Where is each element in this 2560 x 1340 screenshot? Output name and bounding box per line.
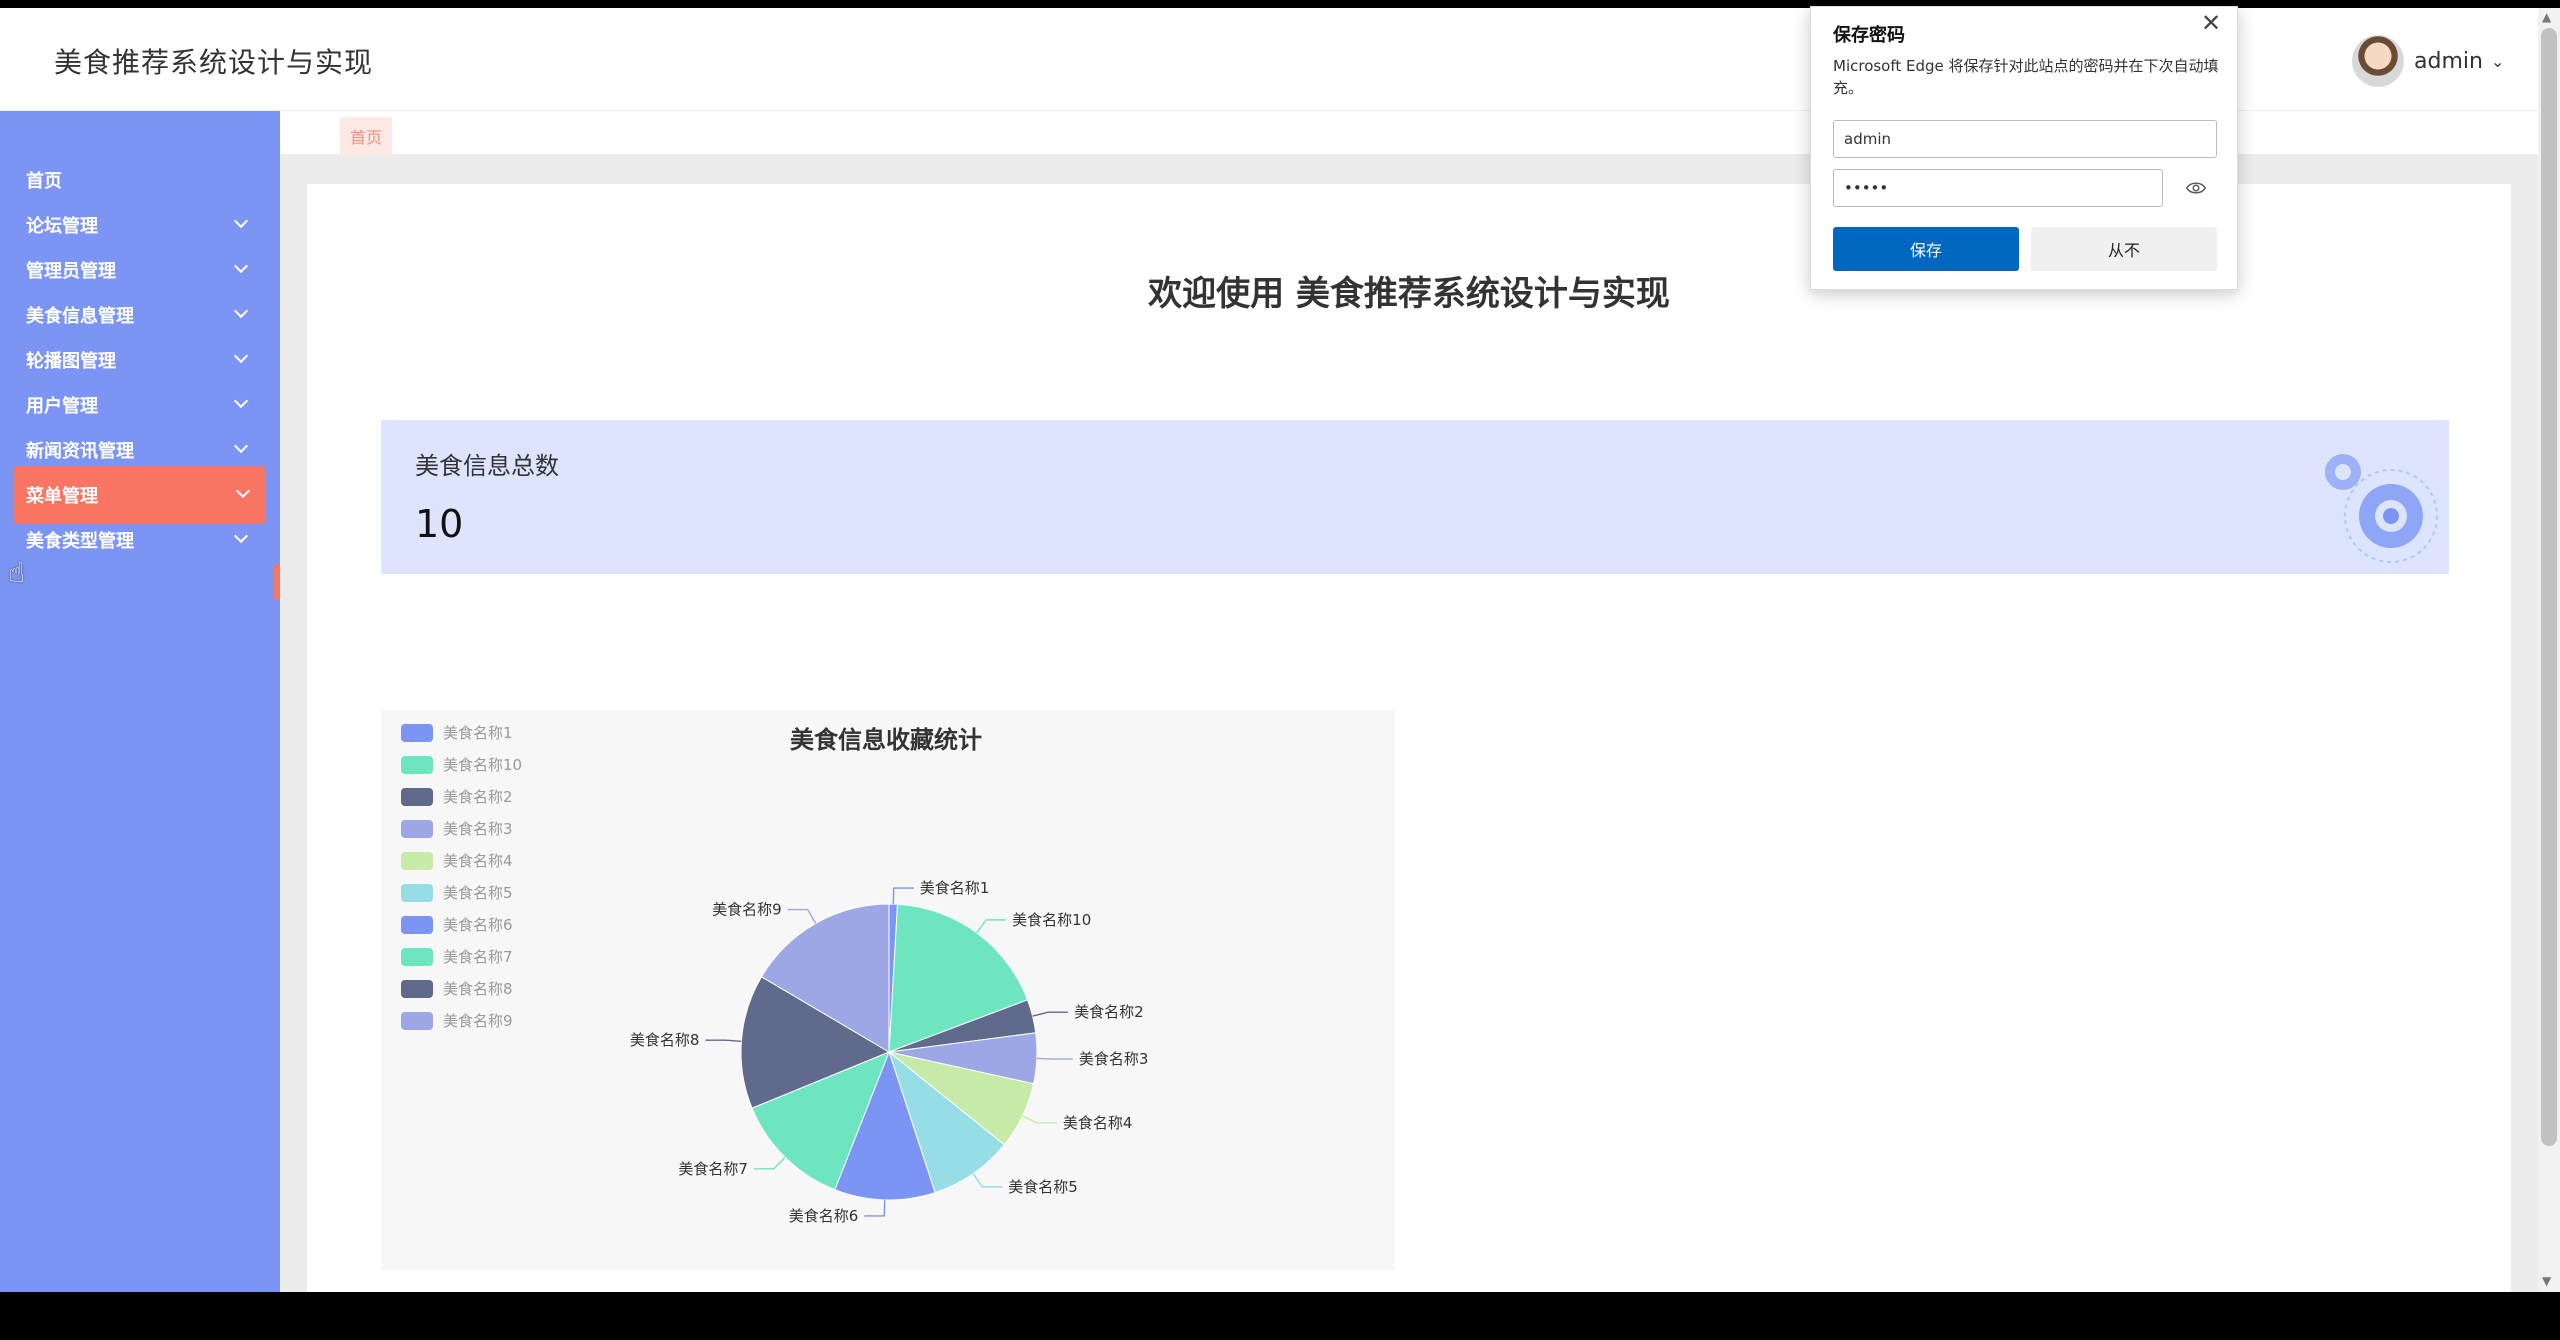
eye-icon[interactable]: [2185, 177, 2207, 199]
legend-swatch[interactable]: [401, 916, 433, 934]
chevron-down-icon: [233, 303, 249, 319]
label-leader-line: [1036, 1057, 1073, 1060]
legend-swatch[interactable]: [401, 884, 433, 902]
user-name[interactable]: admin: [2414, 49, 2483, 74]
legend-label[interactable]: 美食名称2: [443, 788, 513, 806]
slice-label: 美食名称6: [789, 1207, 859, 1225]
sidebar-item-label: 美食信息管理: [26, 306, 134, 327]
dialog-description: Microsoft Edge 将保存针对此站点的密码并在下次自动填充。: [1833, 57, 2219, 97]
never-button[interactable]: 从不: [2031, 227, 2217, 271]
legend-label[interactable]: 美食名称5: [443, 884, 513, 902]
save-button[interactable]: 保存: [1833, 227, 2019, 271]
scroll-down-icon[interactable]: ▼: [2542, 1274, 2551, 1288]
pie-chart: 美食信息收藏统计 美食名称1 美食名称10 美食名称2 美食名称3 美食名称4 美食名称5…: [401, 724, 1149, 1225]
legend-label[interactable]: 美食名称3: [443, 820, 513, 838]
label-leader-line: [787, 908, 817, 924]
sidebar-item-food-types[interactable]: 美食类型管理: [0, 511, 280, 569]
legend-label[interactable]: 美食名称7: [443, 948, 513, 966]
chevron-down-icon[interactable]: ⌄: [2491, 52, 2504, 71]
legend-label[interactable]: 美食名称6: [443, 916, 513, 934]
legend-swatch[interactable]: [401, 756, 433, 774]
slice-label: 美食名称2: [1074, 1003, 1144, 1021]
sidebar-item-label: 菜单管理: [26, 486, 98, 507]
slice-label: 美食名称9: [712, 901, 782, 919]
sidebar-item-label: 管理员管理: [26, 261, 116, 282]
chart-title: 美食信息收藏统计: [790, 726, 982, 754]
legend-swatch[interactable]: [401, 788, 433, 806]
sidebar-item-label: 首页: [26, 171, 62, 192]
chevron-down-icon: [233, 258, 249, 274]
legend-swatch[interactable]: [401, 724, 433, 742]
legend-swatch[interactable]: [401, 980, 433, 998]
sidebar-item-label: 论坛管理: [26, 216, 98, 237]
label-leader-line: [972, 1173, 1003, 1188]
legend-label[interactable]: 美食名称1: [443, 724, 513, 742]
mouse-cursor-icon: ☝: [8, 556, 26, 589]
legend-swatch[interactable]: [401, 820, 433, 838]
avatar[interactable]: [2352, 35, 2404, 87]
legend-swatch[interactable]: [401, 1012, 433, 1030]
label-leader-line: [864, 1199, 886, 1217]
label-leader-line: [1032, 1011, 1069, 1017]
slice-label: 美食名称7: [678, 1160, 748, 1178]
close-icon[interactable]: ✕: [2201, 9, 2221, 37]
label-leader-line: [892, 887, 914, 905]
chevron-down-icon: [233, 213, 249, 229]
scroll-up-icon[interactable]: ▲: [2542, 10, 2551, 24]
app-title: 美食推荐系统设计与实现: [54, 46, 374, 79]
password-field[interactable]: •••••: [1833, 169, 2163, 207]
chevron-down-icon: [233, 438, 249, 454]
legend-label[interactable]: 美食名称4: [443, 852, 513, 870]
slice-label: 美食名称10: [1012, 911, 1091, 929]
chevron-down-icon: [233, 348, 249, 364]
legend-swatch[interactable]: [401, 852, 433, 870]
user-menu[interactable]: admin ⌄: [2352, 35, 2504, 87]
label-leader-line: [1022, 1115, 1057, 1124]
slice-label: 美食名称8: [630, 1031, 700, 1049]
label-leader-line: [976, 919, 1007, 934]
stat-card: 美食信息总数 10: [381, 420, 2449, 574]
tab-home[interactable]: 首页: [340, 117, 393, 155]
sidebar-item-label: 用户管理: [26, 396, 98, 417]
chevron-down-icon: [233, 528, 249, 544]
chevron-down-icon: [233, 393, 249, 409]
dialog-title: 保存密码: [1833, 25, 1905, 46]
chevron-down-icon: [235, 483, 251, 499]
label-leader-line: [705, 1039, 742, 1043]
legend-label[interactable]: 美食名称10: [443, 756, 522, 774]
slice-label: 美食名称1: [920, 879, 990, 897]
gear-icon: [2325, 454, 2438, 563]
scrollbar-thumb[interactable]: [2541, 28, 2557, 1146]
sidebar: 首页 论坛管理 管理员管理 美食信息管理 轮播图管理 用户管理 新闻资讯管理 菜…: [0, 111, 280, 1292]
label-leader-line: [753, 1156, 786, 1170]
slice-label: 美食名称5: [1008, 1178, 1078, 1196]
sidebar-item-label: 新闻资讯管理: [26, 441, 134, 462]
legend-label[interactable]: 美食名称8: [443, 980, 513, 998]
username-field[interactable]: admin: [1833, 120, 2217, 158]
slice-label: 美食名称3: [1079, 1050, 1149, 1068]
stat-label: 美食信息总数: [415, 452, 559, 480]
screen-bottom-border: [0, 1292, 2560, 1340]
stat-value: 10: [415, 502, 464, 546]
slice-label: 美食名称4: [1063, 1114, 1133, 1132]
sidebar-item-label: 美食类型管理: [26, 531, 134, 552]
chart-panel: 美食信息收藏统计 美食名称1 美食名称10 美食名称2 美食名称3 美食名称4 美食名称5…: [381, 710, 1395, 1270]
save-password-dialog: 保存密码 ✕ Microsoft Edge 将保存针对此站点的密码并在下次自动填…: [1810, 6, 2238, 290]
legend-label[interactable]: 美食名称9: [443, 1012, 513, 1030]
legend-swatch[interactable]: [401, 948, 433, 966]
sidebar-item-label: 轮播图管理: [26, 351, 116, 372]
